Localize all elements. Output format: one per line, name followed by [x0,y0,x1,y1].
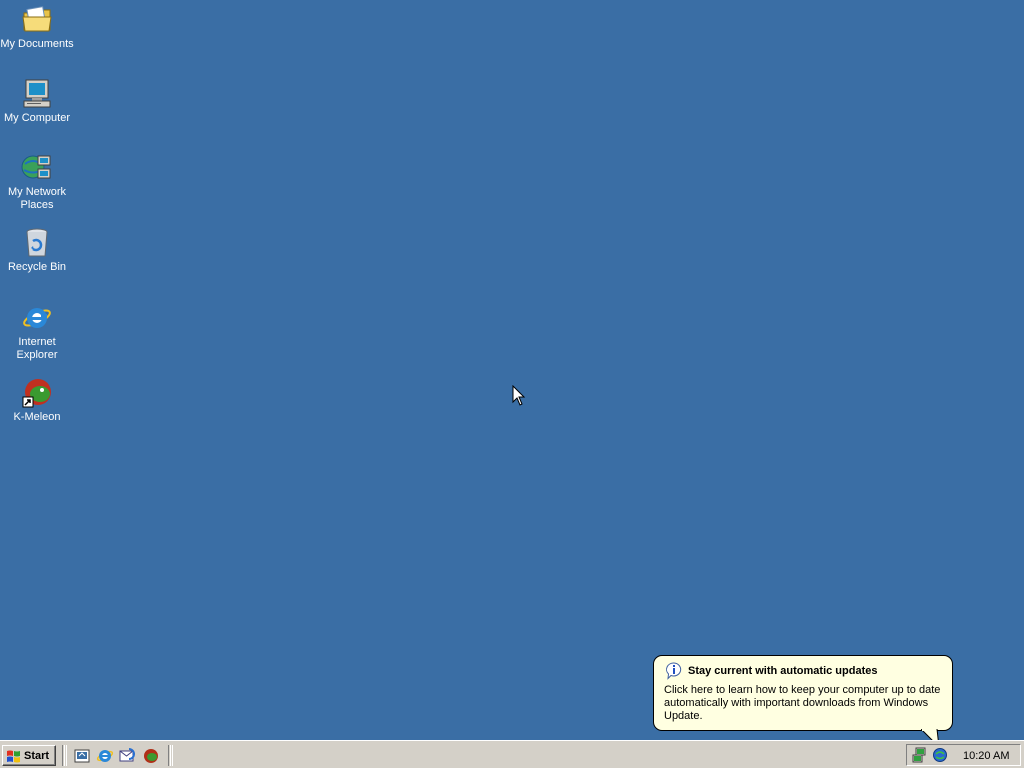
balloon-title: Stay current with automatic updates [688,665,878,677]
k-meleon-icon[interactable] [142,747,160,765]
internet-explorer-icon [23,308,51,328]
start-label: Start [24,749,50,762]
taskbar: Start 10:20 AM [0,740,1024,768]
show-desktop-icon[interactable] [73,747,91,765]
desktop-icon-my-documents[interactable]: My Documents [0,4,74,51]
desktop-icon-k-meleon[interactable]: K-Meleon [0,377,74,424]
desktop-icon-label: K-Meleon [13,411,61,423]
desktop-icon-label: Internet Explorer [16,336,58,361]
start-button[interactable]: Start [2,745,56,766]
windows-update-icon[interactable] [932,747,948,763]
desktop[interactable]: My Documents My Computer My Network Plac… [0,0,1024,740]
info-icon [666,662,682,680]
desktop-icon-my-network-places[interactable]: My Network Places [0,152,74,212]
taskbar-grip[interactable] [172,745,173,766]
desktop-icon-internet-explorer[interactable]: Internet Explorer [0,302,74,362]
balloon-body: Click here to learn how to keep your com… [664,684,941,722]
desktop-icon-label: My Network Places [7,186,67,211]
desktop-icon-recycle-bin[interactable]: Recycle Bin [0,227,74,274]
taskbar-divider [168,745,171,766]
taskbar-divider [62,745,65,766]
computer-icon [23,79,51,108]
desktop-icon-my-computer[interactable]: My Computer [0,78,74,125]
quick-launch-grip[interactable] [66,745,67,766]
system-tray: 10:20 AM [906,744,1021,766]
windows-logo-icon [7,750,20,762]
internet-explorer-icon[interactable] [96,747,114,765]
network-connection-icon[interactable] [912,747,930,763]
k-meleon-icon [22,379,51,408]
folder-documents-icon [22,6,52,32]
automatic-updates-balloon[interactable]: Stay current with automatic updates Clic… [653,655,953,731]
recycle-bin-icon [26,228,48,257]
outlook-express-icon[interactable] [119,747,137,765]
mouse-pointer-icon [512,385,526,406]
network-places-icon [21,155,51,179]
desktop-icon-label: Recycle Bin [7,261,67,273]
desktop-icon-label: My Documents [0,38,74,50]
desktop-icon-label: My Computer [3,112,71,124]
clock[interactable]: 10:20 AM [963,750,1009,762]
